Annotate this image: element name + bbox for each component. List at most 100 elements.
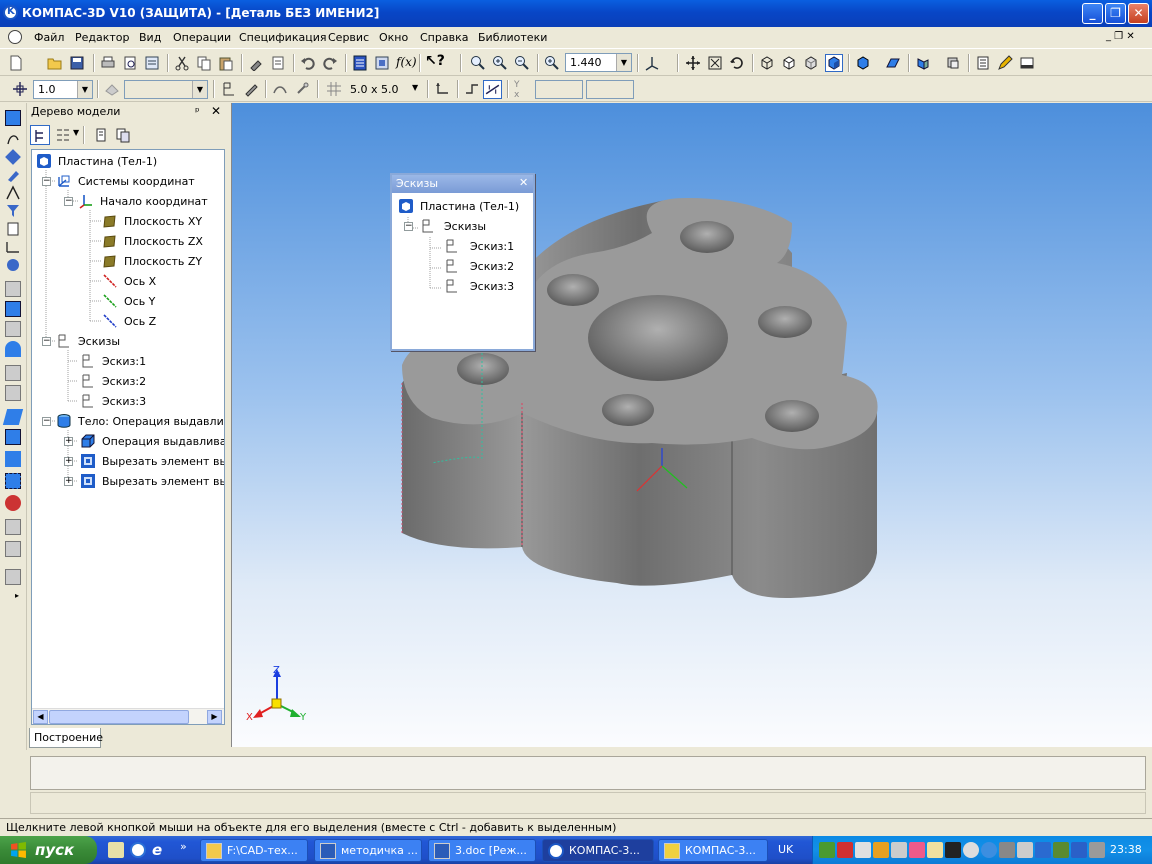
task-word-2[interactable]: 3.doc [Реж... bbox=[428, 839, 536, 862]
mirror-icon[interactable] bbox=[5, 495, 21, 511]
tray-display-icon[interactable] bbox=[945, 842, 961, 858]
fit-all-icon[interactable] bbox=[707, 55, 723, 71]
popup-item-part[interactable]: Пластина (Тел-1) bbox=[396, 197, 531, 215]
cursor-y-field[interactable] bbox=[586, 80, 634, 99]
chevron-down-icon[interactable]: ▼ bbox=[73, 128, 79, 137]
edit-sketch-icon[interactable] bbox=[243, 81, 259, 97]
open-folder-icon[interactable] bbox=[47, 55, 63, 71]
measure-icon[interactable] bbox=[5, 239, 21, 255]
popup-item-sketch-2[interactable]: Эскиз:2 bbox=[392, 257, 531, 275]
tree-hscrollbar[interactable]: ◀ ▶ bbox=[32, 708, 224, 724]
revolve-icon[interactable] bbox=[5, 321, 21, 337]
tree-detach-icon[interactable] bbox=[93, 127, 109, 143]
menu-operations[interactable]: Операции bbox=[173, 31, 231, 44]
panel-icon[interactable] bbox=[1019, 55, 1035, 71]
expand-icon[interactable]: + bbox=[64, 457, 73, 466]
popup-item-sketches[interactable]: − Эскизы bbox=[392, 217, 531, 235]
doc-window-controls[interactable]: _ ❐ ✕ bbox=[1106, 31, 1135, 42]
collapse-icon[interactable]: − bbox=[42, 177, 51, 186]
shell-icon[interactable] bbox=[5, 429, 21, 445]
spec-icon[interactable] bbox=[975, 55, 991, 71]
document-icon[interactable] bbox=[8, 30, 22, 44]
tree-view-mode-icon[interactable] bbox=[55, 127, 71, 143]
collapse-icon[interactable]: − bbox=[42, 417, 51, 426]
tray-keyboard-icon[interactable] bbox=[927, 842, 943, 858]
menu-view[interactable]: Вид bbox=[139, 31, 161, 44]
maximize-button[interactable]: ❐ bbox=[1105, 3, 1126, 24]
task-explorer[interactable]: F:\CAD-тех... bbox=[200, 839, 308, 862]
tree-item-plane-zy[interactable]: Плоскость ZY bbox=[32, 252, 222, 270]
shaded-icon[interactable] bbox=[825, 54, 843, 72]
redo-icon[interactable] bbox=[322, 55, 338, 71]
shaded-edges-icon[interactable] bbox=[855, 55, 871, 71]
undo-icon[interactable] bbox=[300, 55, 316, 71]
tree-item-sketches[interactable]: − Эскизы bbox=[32, 332, 222, 350]
menu-specification[interactable]: Спецификация bbox=[239, 31, 326, 44]
task-kompas-active[interactable]: КОМПАС-3... bbox=[542, 839, 654, 862]
language-indicator[interactable]: UK bbox=[778, 843, 793, 856]
new-file-icon[interactable] bbox=[8, 55, 24, 71]
aux-geometry-icon[interactable] bbox=[5, 519, 21, 535]
step-cursor-icon[interactable] bbox=[12, 81, 28, 97]
fillet-icon[interactable] bbox=[2, 409, 24, 425]
tray-app-icon[interactable] bbox=[819, 842, 835, 858]
collapse-icon[interactable]: − bbox=[42, 337, 51, 346]
geometry-icon[interactable] bbox=[5, 130, 21, 146]
tree-item-body[interactable]: − Тело: Операция выдавлив bbox=[32, 412, 224, 430]
expand-icon[interactable]: + bbox=[64, 437, 73, 446]
format-brush-icon[interactable] bbox=[248, 55, 264, 71]
zoom-icon[interactable] bbox=[470, 55, 486, 71]
scroll-left-icon[interactable]: ◀ bbox=[33, 710, 48, 724]
section-icon[interactable] bbox=[915, 55, 931, 71]
tree-item-cut-op-1[interactable]: + Вырезать элемент вы, bbox=[32, 452, 224, 470]
tree-item-extrude-op[interactable]: + Операция выдавливан bbox=[32, 432, 224, 450]
tray-device-icon[interactable] bbox=[999, 842, 1015, 858]
close-button[interactable]: ✕ bbox=[1128, 3, 1149, 24]
kompas-app-icon[interactable] bbox=[3, 5, 18, 20]
perspective-icon[interactable] bbox=[885, 55, 901, 71]
dimensions-icon[interactable] bbox=[5, 149, 21, 165]
tree-item-axis-y[interactable]: Ось Y bbox=[32, 292, 222, 310]
editing-details-icon[interactable] bbox=[5, 110, 21, 126]
edit-icon[interactable] bbox=[5, 167, 21, 183]
menu-service[interactable]: Сервис bbox=[328, 31, 369, 44]
paste-icon[interactable] bbox=[218, 55, 234, 71]
tray-clock[interactable]: 23:38 bbox=[1110, 843, 1142, 856]
cursor-x-field[interactable] bbox=[535, 80, 583, 99]
menu-window[interactable]: Окно bbox=[379, 31, 408, 44]
zoom-in-icon[interactable] bbox=[492, 55, 508, 71]
cut-extrude-icon[interactable] bbox=[5, 365, 21, 381]
tree-item-sketch-1[interactable]: Эскиз:1 bbox=[32, 352, 222, 370]
copy-icon[interactable] bbox=[196, 55, 212, 71]
minimize-button[interactable]: _ bbox=[1082, 3, 1103, 24]
collapse-icon[interactable]: − bbox=[64, 197, 73, 206]
zoom-out-icon[interactable] bbox=[514, 55, 530, 71]
tree-structure-toggle[interactable] bbox=[30, 125, 50, 145]
tree-item-coord-systems[interactable]: − Системы координат bbox=[32, 172, 222, 190]
extrude-icon[interactable] bbox=[5, 301, 21, 317]
tree-relations-icon[interactable] bbox=[115, 127, 131, 143]
pan-icon[interactable] bbox=[685, 55, 701, 71]
layer-combo[interactable]: ▼ bbox=[124, 80, 208, 99]
tree-item-sketch-3[interactable]: Эскиз:3 bbox=[32, 392, 222, 410]
ortho-icon[interactable] bbox=[464, 81, 480, 97]
tray-nvidia-icon[interactable] bbox=[1053, 842, 1069, 858]
tree-item-plane-xy[interactable]: Плоскость XY bbox=[32, 212, 222, 230]
snap-icon[interactable] bbox=[272, 81, 288, 97]
tree-item-axis-z[interactable]: Ось Z bbox=[32, 312, 222, 330]
parametric-mode-icon[interactable] bbox=[483, 80, 502, 99]
chevron-right-icon[interactable]: ▸ bbox=[15, 591, 19, 600]
properties-icon[interactable] bbox=[144, 55, 160, 71]
part-3d-model[interactable]: Z X Y bbox=[232, 103, 1152, 747]
attributes-icon[interactable] bbox=[270, 55, 286, 71]
volume-icon[interactable] bbox=[1089, 842, 1105, 858]
zoom-value-combo[interactable]: 1.440 ▼ bbox=[565, 53, 632, 72]
model-viewport[interactable]: Z X Y Эскизы ✕ Пластина (Тел-1) − Эскизы… bbox=[231, 103, 1152, 747]
chevron-down-icon[interactable]: ▼ bbox=[616, 54, 631, 71]
tray-shield-icon[interactable] bbox=[1035, 842, 1051, 858]
sketches-popup[interactable]: Эскизы ✕ Пластина (Тел-1) − Эскизы Эскиз… bbox=[390, 173, 535, 351]
grid-step-value[interactable]: 5.0 x 5.0 bbox=[350, 83, 399, 96]
annotations-icon[interactable] bbox=[5, 185, 21, 201]
expand-icon[interactable]: + bbox=[64, 477, 73, 486]
quicklaunch-search-icon[interactable] bbox=[130, 842, 146, 858]
